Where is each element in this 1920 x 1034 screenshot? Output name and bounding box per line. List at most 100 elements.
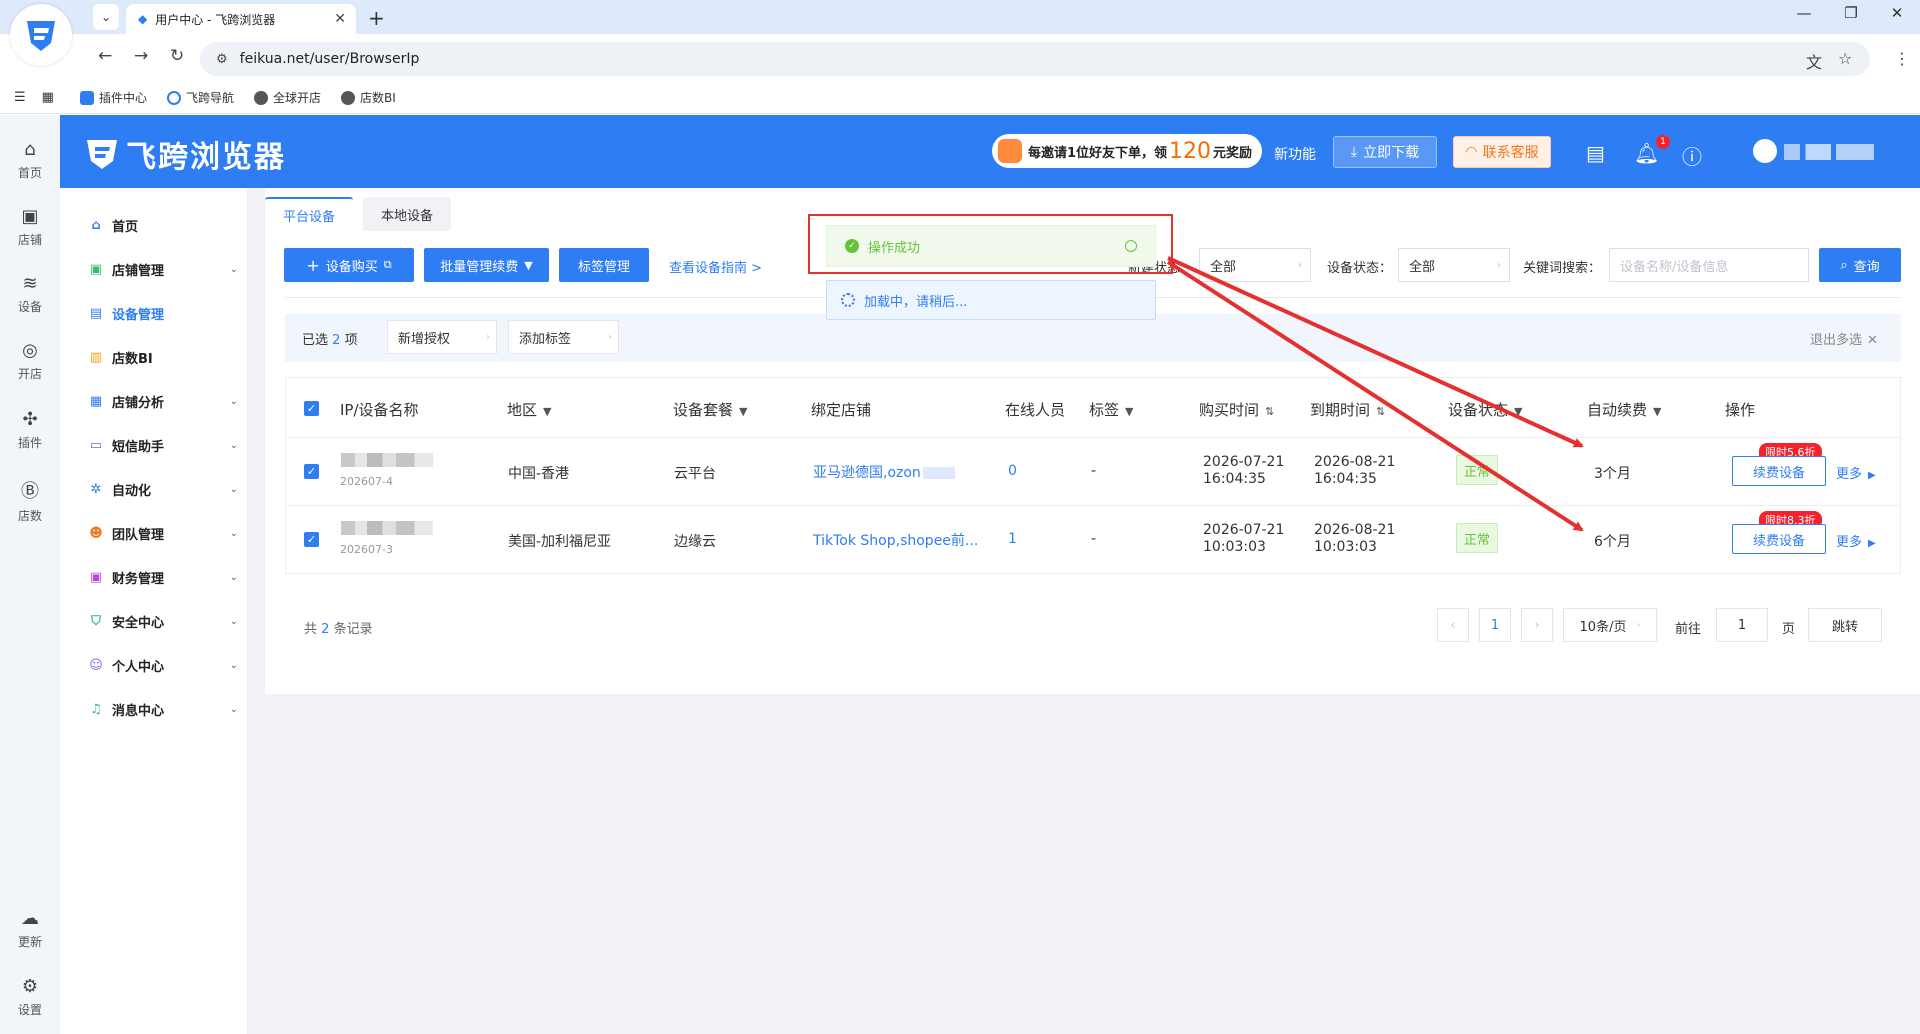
analysis-icon: ▦ (89, 394, 103, 409)
sidebar-item-sms[interactable]: ▭ 短信助手 ⌄ (88, 436, 238, 455)
bookmark-feikua-nav[interactable]: 飞跨导航 (166, 89, 234, 106)
add-authorization-button[interactable]: 新增授权 › (387, 320, 497, 354)
add-tag-button[interactable]: 添加标签 › (508, 320, 619, 354)
restore-button[interactable]: ❐ (1831, 4, 1871, 22)
filter-icon[interactable]: ▼ (1514, 405, 1522, 418)
sidebar-item-security[interactable]: ⛉ 安全中心 ⌄ (88, 612, 238, 631)
rail-item-shop[interactable]: ▣ 店铺 (0, 206, 60, 248)
column-header-online[interactable]: 在线人员 (1005, 399, 1065, 420)
column-header-tag[interactable]: 标签 ▼ (1089, 399, 1133, 420)
site-info-icon[interactable]: ⚙ (216, 52, 228, 67)
minimize-button[interactable]: — (1784, 4, 1824, 22)
online-count[interactable]: 0 (1008, 463, 1017, 479)
row-checkbox[interactable]: ✓ (304, 464, 319, 479)
column-header-ip[interactable]: IP/设备名称 (340, 399, 419, 420)
user-name-blurred[interactable] (1784, 144, 1874, 160)
column-header-expire-time[interactable]: 到期时间 ⇅ (1310, 399, 1385, 420)
rail-item-bi[interactable]: Ⓑ 店数 (0, 477, 60, 524)
new-feature-link[interactable]: 新功能 (1274, 144, 1316, 164)
column-header-status[interactable]: 设备状态 ▼ (1448, 399, 1522, 420)
device-guide-link[interactable]: 查看设备指南 > (669, 257, 762, 276)
shop-link[interactable]: 亚马逊德国,ozon (813, 462, 955, 482)
url-input[interactable]: ⚙ feikua.net/user/BrowserIp (200, 42, 1870, 76)
contact-support-button[interactable]: ◠ 联系客服 (1453, 136, 1551, 168)
rail-item-device[interactable]: ≋ 设备 (0, 273, 60, 315)
rail-item-update[interactable]: ☁ 更新 (0, 908, 60, 950)
rail-item-settings[interactable]: ⚙ 设置 (0, 976, 60, 1018)
more-actions-link[interactable]: 更多 ▶ (1836, 463, 1876, 482)
rail-item-open-store[interactable]: ◎ 开店 (0, 340, 60, 382)
batch-renew-button[interactable]: 批量管理续费 ▼ (424, 248, 549, 282)
shop-link[interactable]: TikTok Shop,shopee前... (813, 530, 978, 550)
sidebar-item-bi[interactable]: ▥ 店数BI (88, 348, 238, 367)
row-checkbox[interactable]: ✓ (304, 532, 319, 547)
sort-icon[interactable]: ⇅ (1376, 405, 1385, 418)
tab-local-devices[interactable]: 本地设备 (363, 197, 452, 231)
sidebar-item-messages[interactable]: ♫ 消息中心 ⌄ (88, 700, 238, 719)
sort-icon[interactable]: ⇅ (1265, 405, 1274, 418)
tab-platform-devices[interactable]: 平台设备 (265, 197, 354, 231)
column-header-plan[interactable]: 设备套餐 ▼ (673, 399, 747, 420)
tab-search-dropdown[interactable]: ⌄ (93, 4, 119, 30)
bookmark-global-store[interactable]: 全球开店 (253, 89, 321, 106)
document-icon[interactable]: ▤ (1586, 141, 1605, 165)
sidebar-item-automation[interactable]: ✲ 自动化 ⌄ (88, 480, 238, 499)
goto-page-input[interactable]: 1 (1716, 608, 1768, 642)
browser-tab[interactable]: ◆ 用户中心 - 飞跨浏览器 ✕ (126, 4, 356, 34)
rail-item-home[interactable]: ⌂ 首页 (0, 139, 60, 181)
forward-button[interactable]: → (134, 46, 148, 66)
filter-icon[interactable]: ▼ (543, 405, 551, 418)
column-header-buy-time[interactable]: 购买时间 ⇅ (1199, 399, 1274, 420)
sidebar-item-shop-management[interactable]: ▣ 店铺管理 ⌄ (88, 260, 238, 279)
prev-page-button[interactable]: ‹ (1437, 608, 1469, 642)
apps-grid-icon[interactable]: ▦ (42, 90, 54, 105)
keyword-search-input[interactable]: 设备名称/设备信息 (1609, 248, 1809, 282)
sidebar-item-home[interactable]: ⌂ 首页 (88, 216, 238, 235)
translate-icon[interactable]: 文 (1806, 49, 1822, 73)
close-icon[interactable]: ✕ (334, 11, 346, 27)
renew-device-button[interactable]: 续费设备 (1732, 456, 1826, 486)
avatar[interactable] (1753, 139, 1777, 163)
invite-banner[interactable]: 每邀请1位好友下单，领 120 元奖励 (992, 134, 1262, 168)
next-page-button[interactable]: › (1521, 608, 1553, 642)
page-size-select[interactable]: 10条/页 › (1563, 608, 1657, 642)
column-header-auto-renew[interactable]: 自动续费 ▼ (1587, 399, 1661, 420)
back-button[interactable]: ← (98, 46, 112, 66)
menu-kebab-icon[interactable]: ⋮ (1894, 49, 1910, 68)
bookmark-bi[interactable]: 店数BI (341, 89, 396, 106)
filter-icon[interactable]: ▼ (739, 405, 747, 418)
download-button[interactable]: ⤓ 立即下载 (1333, 136, 1437, 168)
browser-logo-icon[interactable] (10, 4, 72, 66)
filter-icon[interactable]: ▼ (1125, 405, 1133, 418)
column-header-region[interactable]: 地区 ▼ (507, 399, 551, 420)
page-number[interactable]: 1 (1479, 608, 1511, 642)
star-icon[interactable]: ☆ (1838, 49, 1852, 68)
exit-multiselect-button[interactable]: 退出多选 ✕ (1810, 329, 1878, 348)
new-tab-button[interactable]: + (368, 6, 385, 30)
filter-icon[interactable]: ▼ (1653, 405, 1661, 418)
sidebar-item-device-management[interactable]: ▤ 设备管理 (88, 304, 238, 323)
bookmark-plugin-center[interactable]: 插件中心 (79, 89, 147, 106)
search-button[interactable]: ⌕ 查询 (1819, 248, 1901, 282)
sidebar-item-shop-analysis[interactable]: ▦ 店铺分析 ⌄ (88, 392, 238, 411)
select-all-checkbox[interactable]: ✓ (304, 401, 319, 416)
sidebar-item-finance[interactable]: ▣ 财务管理 ⌄ (88, 568, 238, 587)
sidebar-toggle-icon[interactable]: ☰ (14, 90, 26, 105)
online-count[interactable]: 1 (1008, 531, 1017, 547)
sidebar-item-personal[interactable]: ☺ 个人中心 ⌄ (88, 656, 238, 675)
help-icon[interactable]: ⓘ (1682, 141, 1702, 170)
bookmarks-bar: ☰ ▦ 插件中心 飞跨导航 全球开店 店数BI (0, 82, 1920, 114)
sidebar-item-team[interactable]: ☻ 团队管理 ⌄ (88, 524, 238, 543)
reload-button[interactable]: ↻ (170, 46, 184, 66)
status-select[interactable]: 全部 › (1199, 248, 1311, 282)
jump-button[interactable]: 跳转 (1808, 608, 1882, 642)
close-window-button[interactable]: ✕ (1877, 4, 1917, 22)
buy-device-button[interactable]: + 设备购买 ⧉ (284, 248, 414, 282)
more-actions-link[interactable]: 更多 ▶ (1836, 531, 1876, 550)
column-header-shop[interactable]: 绑定店铺 (811, 399, 871, 420)
rail-item-plugin[interactable]: ✣ 插件 (0, 409, 60, 451)
tag-management-button[interactable]: 标签管理 (559, 248, 649, 282)
renew-device-button[interactable]: 续费设备 (1732, 524, 1826, 554)
device-status-select[interactable]: 全部 › (1398, 248, 1510, 282)
brand-logo[interactable]: 飞跨浏览器 (84, 132, 286, 176)
